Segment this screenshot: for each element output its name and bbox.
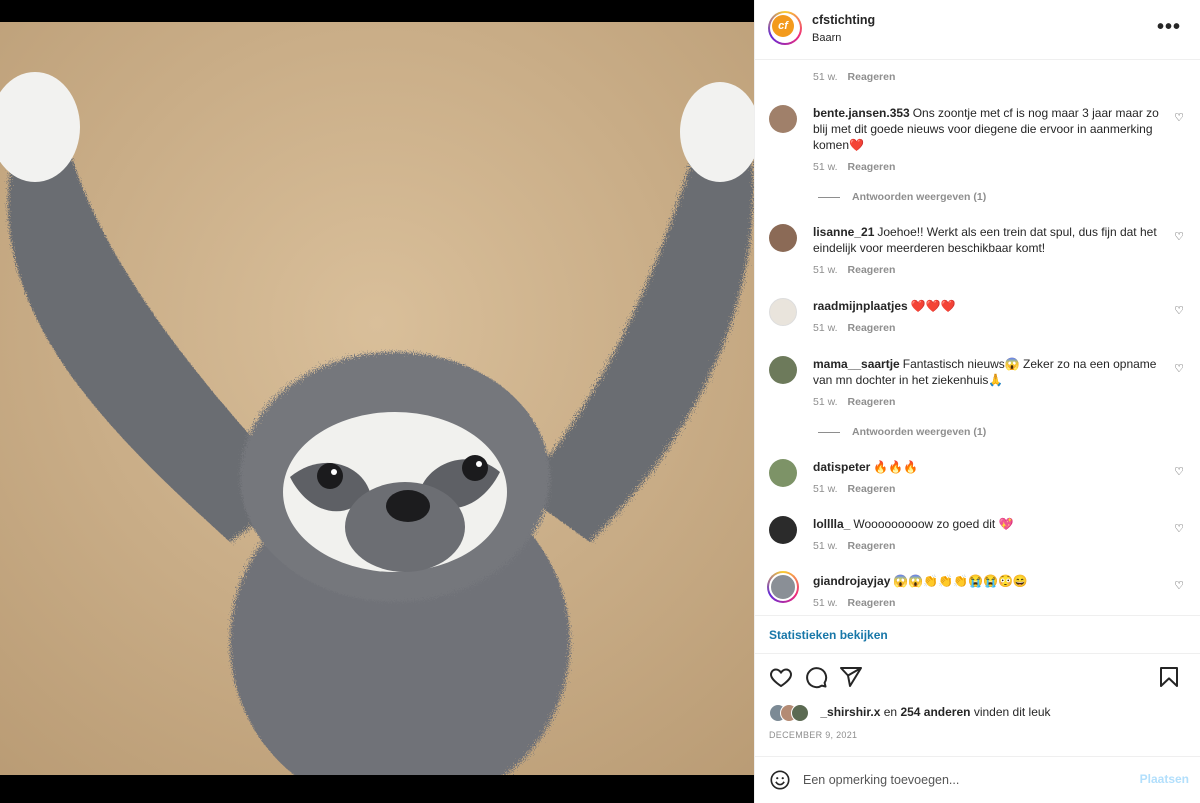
likes-suffix: vinden dit leuk — [973, 705, 1051, 720]
comment-time: 51 w. — [813, 264, 838, 276]
emoji-icon[interactable] — [769, 769, 791, 791]
account-username[interactable]: cfstichting — [812, 13, 875, 27]
comment-text: ❤️❤️❤️ — [910, 299, 956, 313]
reply-button[interactable]: Reageren — [848, 71, 896, 83]
comment-text: 😱😱👏👏👏😭😭😳😄 — [893, 574, 1028, 588]
comment-time: 51 w. — [813, 597, 838, 609]
comment-meta: 51 w. Reageren — [813, 396, 895, 408]
comment-username[interactable]: lolllla_ — [813, 517, 850, 531]
avatar[interactable] — [769, 105, 797, 133]
comment-time: 51 w. — [813, 161, 838, 173]
add-comment-bar: Plaatsen — [755, 756, 1200, 803]
avatar[interactable] — [769, 356, 797, 384]
heart-icon[interactable]: ♡ — [1174, 111, 1184, 124]
liker-avatars — [769, 704, 817, 722]
avatar — [791, 704, 809, 722]
comment-time: 51 w. — [813, 322, 838, 334]
post-date: DECEMBER 9, 2021 — [769, 730, 858, 740]
more-icon[interactable]: ••• — [1157, 16, 1181, 39]
comment-meta: 51 w. Reageren — [813, 71, 895, 83]
account-logo: cf — [772, 15, 794, 37]
heart-icon[interactable]: ♡ — [1174, 522, 1184, 535]
heart-icon[interactable] — [769, 665, 793, 689]
reply-button[interactable]: Reageren — [848, 161, 896, 173]
comment-text: Wooooooooow zo goed dit 💖 — [853, 517, 1014, 531]
comment-time: 51 w. — [813, 540, 838, 552]
comment-username[interactable]: mama__saartje — [813, 357, 900, 371]
heart-icon[interactable]: ♡ — [1174, 465, 1184, 478]
likes-connector: en — [883, 705, 898, 720]
account-avatar[interactable]: cf — [768, 11, 802, 45]
heart-icon[interactable]: ♡ — [1174, 304, 1184, 317]
comments-panel: cf cfstichting Baarn ••• 51 w. Reageren b… — [754, 0, 1200, 803]
divider — [755, 653, 1200, 654]
sloth-plush-image — [0, 22, 754, 775]
avatar[interactable] — [769, 224, 797, 252]
post-comment-button[interactable]: Plaatsen — [1140, 772, 1189, 786]
instagram-post-viewer: cf cfstichting Baarn ••• 51 w. Reageren b… — [0, 0, 1200, 803]
comment-input[interactable] — [803, 769, 1103, 791]
post-header: cf cfstichting Baarn ••• — [755, 0, 1200, 60]
comment-time: 51 w. — [813, 483, 838, 495]
comment-meta: 51 w. Reageren — [813, 161, 895, 173]
avatar[interactable] — [769, 516, 797, 544]
comment-meta: 51 w. Reageren — [813, 597, 895, 609]
reply-button[interactable]: Reageren — [848, 597, 896, 609]
comment-username[interactable]: bente.jansen.353 — [813, 106, 910, 120]
comment-username[interactable]: datispeter — [813, 460, 870, 474]
reply-button[interactable]: Reageren — [848, 396, 896, 408]
heart-icon[interactable]: ♡ — [1174, 230, 1184, 243]
comment-text: 🔥🔥🔥 — [873, 460, 919, 474]
likes-summary: _shirshir.x en 254 anderen vinden dit le… — [769, 704, 1051, 722]
avatar[interactable] — [769, 298, 797, 326]
liker-username[interactable]: _shirshir.x — [820, 705, 880, 719]
comment-time: 51 w. — [813, 71, 838, 83]
heart-icon[interactable]: ♡ — [1174, 579, 1184, 592]
comments-list[interactable]: 51 w. Reageren bente.jansen.353 Ons zoontj… — [755, 61, 1200, 615]
reply-button[interactable]: Reageren — [848, 483, 896, 495]
reply-button[interactable]: Reageren — [848, 264, 896, 276]
comment-username[interactable]: lisanne_21 — [813, 225, 874, 239]
comment-username[interactable]: giandrojayjay — [813, 574, 890, 588]
comment-time: 51 w. — [813, 396, 838, 408]
comment-meta: 51 w. Reageren — [813, 483, 895, 495]
comment-meta: 51 w. Reageren — [813, 264, 895, 276]
view-replies-button[interactable]: Antwoorden weergeven (1) — [818, 426, 986, 438]
post-photo[interactable] — [0, 22, 754, 775]
likes-others-link[interactable]: 254 anderen — [900, 705, 970, 719]
avatar[interactable] — [769, 459, 797, 487]
avatar[interactable] — [767, 571, 799, 603]
share-icon[interactable] — [839, 665, 863, 689]
comment-meta: 51 w. Reageren — [813, 540, 895, 552]
view-replies-button[interactable]: Antwoorden weergeven (1) — [818, 191, 986, 203]
heart-icon[interactable]: ♡ — [1174, 362, 1184, 375]
comment-username[interactable]: raadmijnplaatjes — [813, 299, 908, 313]
comment-icon[interactable] — [804, 665, 828, 689]
reply-button[interactable]: Reageren — [848, 322, 896, 334]
view-insights-link[interactable]: Statistieken bekijken — [769, 628, 888, 642]
reply-button[interactable]: Reageren — [848, 540, 896, 552]
bookmark-icon[interactable] — [1157, 665, 1181, 689]
comment-meta: 51 w. Reageren — [813, 322, 895, 334]
divider — [755, 615, 1200, 616]
post-location[interactable]: Baarn — [812, 32, 841, 44]
